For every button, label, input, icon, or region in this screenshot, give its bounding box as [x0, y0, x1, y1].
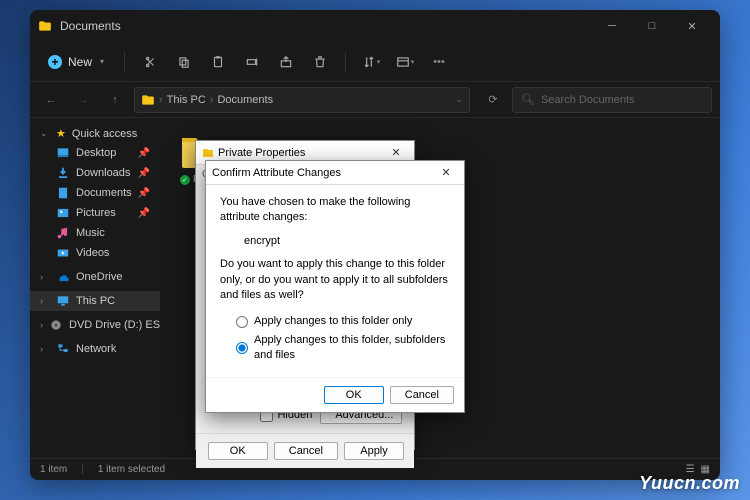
watermark: Yuucn.com	[639, 473, 740, 494]
paste-icon[interactable]	[203, 47, 233, 77]
forward-button[interactable]: →	[70, 87, 96, 113]
separator	[124, 52, 125, 72]
cut-icon[interactable]	[135, 47, 165, 77]
refresh-button[interactable]: ⟳	[480, 87, 506, 113]
close-button[interactable]: ✕	[672, 10, 712, 42]
search-placeholder: Search Documents	[541, 94, 635, 106]
dialog-title: Confirm Attribute Changes	[212, 167, 434, 179]
sidebar-item-pictures[interactable]: Pictures📌	[30, 203, 160, 223]
chevron-down-icon[interactable]: ⌄	[455, 94, 463, 105]
close-icon[interactable]: ✕	[384, 146, 408, 159]
dialog-title: Private Properties	[218, 147, 384, 159]
sidebar-item-music[interactable]: Music	[30, 223, 160, 243]
sidebar-item-videos[interactable]: Videos	[30, 243, 160, 263]
more-icon[interactable]: •••	[424, 47, 454, 77]
sidebar-item-desktop[interactable]: Desktop📌	[30, 143, 160, 163]
title-bar: Documents ─ □ ✕	[30, 10, 720, 42]
maximize-button[interactable]: □	[632, 10, 672, 42]
folder-icon	[202, 147, 214, 159]
dialog-title-bar[interactable]: Confirm Attribute Changes ✕	[206, 161, 464, 185]
breadcrumb-seg[interactable]: Documents	[217, 94, 273, 106]
confirm-dialog: Confirm Attribute Changes ✕ You have cho…	[205, 160, 465, 413]
back-button[interactable]: ←	[38, 87, 64, 113]
chevron-right-icon: ›	[210, 94, 214, 106]
apply-button[interactable]: Apply	[344, 442, 404, 460]
minimize-button[interactable]: ─	[592, 10, 632, 42]
share-icon[interactable]	[271, 47, 301, 77]
sort-icon[interactable]: ▾	[356, 47, 386, 77]
folder-icon	[141, 93, 155, 107]
address-row: ← → ↑ › This PC › Documents ⌄ ⟳ 🔍︎ Searc…	[30, 82, 720, 118]
dialog-text: Do you want to apply this change to this…	[220, 257, 450, 303]
sidebar: ⌄★Quick access Desktop📌 Downloads📌 Docum…	[30, 118, 160, 458]
option-folder-only[interactable]: Apply changes to this folder only	[236, 314, 450, 329]
sidebar-item-quick-access[interactable]: ⌄★Quick access	[30, 124, 160, 143]
search-input[interactable]: 🔍︎ Search Documents	[512, 87, 712, 113]
window-title: Documents	[60, 19, 592, 33]
sidebar-item-onedrive[interactable]: ›OneDrive	[30, 267, 160, 287]
cancel-button[interactable]: Cancel	[390, 386, 454, 404]
breadcrumb-seg[interactable]: This PC	[167, 94, 206, 106]
new-button-label: New	[68, 55, 92, 69]
option-subfolders[interactable]: Apply changes to this folder, subfolders…	[236, 333, 450, 364]
address-bar[interactable]: › This PC › Documents ⌄	[134, 87, 470, 113]
up-button[interactable]: ↑	[102, 87, 128, 113]
folder-icon	[38, 19, 52, 33]
sidebar-item-this-pc[interactable]: ›This PC	[30, 291, 160, 311]
sync-badge: ✓	[180, 175, 190, 185]
status-count: 1 item	[40, 464, 67, 475]
sidebar-item-network[interactable]: ›Network	[30, 339, 160, 359]
cancel-button[interactable]: Cancel	[274, 442, 338, 460]
chevron-down-icon: ▾	[100, 57, 104, 66]
new-button[interactable]: + New ▾	[38, 51, 114, 73]
close-icon[interactable]: ✕	[434, 166, 458, 179]
dialog-change: encrypt	[244, 234, 450, 249]
chevron-right-icon: ›	[159, 94, 163, 106]
sidebar-item-downloads[interactable]: Downloads📌	[30, 163, 160, 183]
delete-icon[interactable]	[305, 47, 335, 77]
dialog-text: You have chosen to make the following at…	[220, 195, 450, 226]
ok-button[interactable]: OK	[208, 442, 268, 460]
toolbar: + New ▾ ▾ ▾ •••	[30, 42, 720, 82]
rename-icon[interactable]	[237, 47, 267, 77]
status-selected: 1 item selected	[98, 464, 165, 475]
view-icon[interactable]: ▾	[390, 47, 420, 77]
plus-icon: +	[48, 55, 62, 69]
sidebar-item-documents[interactable]: Documents📌	[30, 183, 160, 203]
copy-icon[interactable]	[169, 47, 199, 77]
ok-button[interactable]: OK	[324, 386, 384, 404]
sidebar-item-dvd[interactable]: ›DVD Drive (D:) ESD-I	[30, 315, 160, 335]
search-icon: 🔍︎	[521, 93, 535, 106]
separator	[345, 52, 346, 72]
